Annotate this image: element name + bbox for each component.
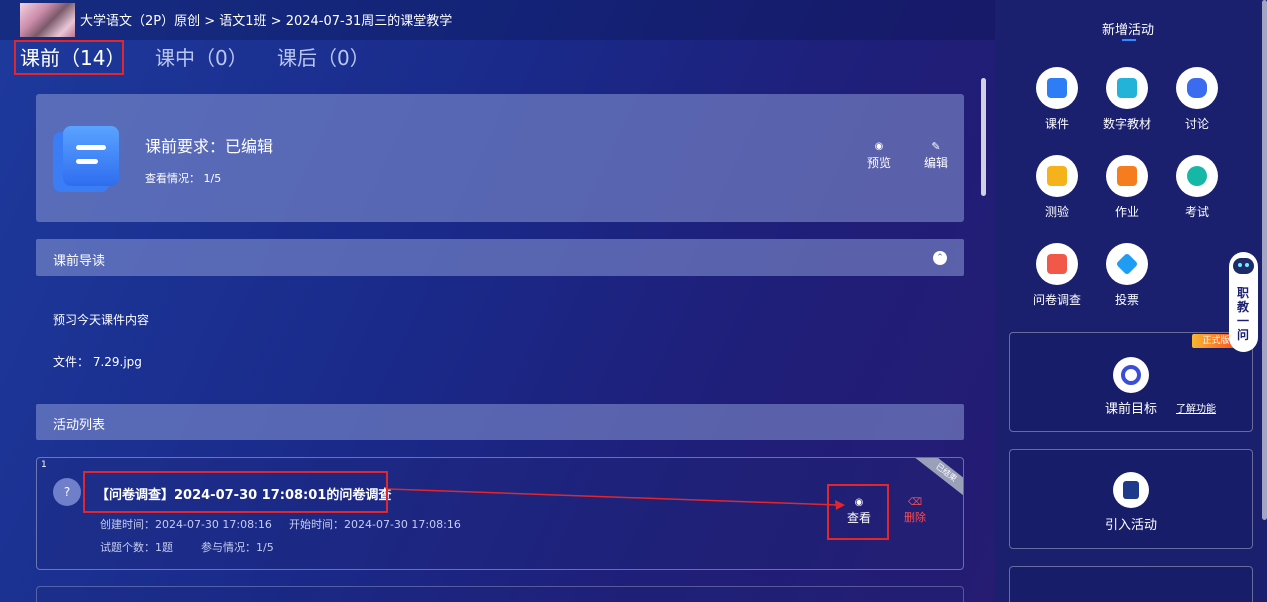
exam-icon [1187,166,1207,186]
add-courseware-button[interactable]: 课件 [1027,67,1087,133]
add-discussion-label: 讨论 [1184,117,1209,131]
add-exam-label: 考试 [1184,205,1209,219]
digital-textbook-icon [1117,78,1137,98]
delete-label: 删除 [904,511,926,524]
add-vote-button[interactable]: 投票 [1097,243,1157,309]
delete-button[interactable]: ⌫ 删除 [899,496,931,525]
add-courseware-label: 课件 [1044,117,1069,131]
add-vote-label: 投票 [1114,293,1139,307]
content-scrollbar[interactable] [981,78,986,196]
add-discussion-button[interactable]: 讨论 [1167,67,1227,133]
quiz-icon [1047,166,1067,186]
vote-icon [1115,252,1139,276]
add-exam-button[interactable]: 考试 [1167,155,1227,221]
sidebar-scrollbar[interactable] [1262,0,1267,520]
add-survey-label: 问卷调查 [1032,293,1081,307]
assistant-widget[interactable]: 职教一问 [1229,252,1258,352]
import-activity-label: 引入活动 [1105,518,1158,533]
add-survey-button[interactable]: 问卷调查 [1027,243,1087,309]
add-digital-textbook-button[interactable]: 数字教材 [1097,67,1157,133]
target-icon [1113,357,1149,393]
sidebar-title: 新增活动 [1102,23,1155,38]
import-icon [1113,472,1149,508]
add-quiz-button[interactable]: 测验 [1027,155,1087,221]
sidebar-card-partial[interactable] [1009,566,1253,602]
activity-item-partial[interactable] [36,586,964,602]
courseware-icon [1047,78,1067,98]
add-homework-label: 作业 [1114,205,1139,219]
add-quiz-label: 测验 [1044,205,1069,219]
pre-class-goal-label: 课前目标 [1105,402,1158,417]
survey-icon [1047,254,1067,274]
discussion-icon [1187,78,1207,98]
learn-feature-link[interactable]: 了解功能 [1176,400,1216,415]
robot-icon [1233,258,1254,274]
homework-icon [1117,166,1137,186]
assistant-label: 职教一问 [1236,286,1249,342]
highlight-box-view [827,484,889,540]
add-homework-button[interactable]: 作业 [1097,155,1157,221]
sidebar-title-underline [1122,39,1136,41]
add-digital-textbook-label: 数字教材 [1102,117,1151,131]
trash-icon: ⌫ [907,497,923,508]
